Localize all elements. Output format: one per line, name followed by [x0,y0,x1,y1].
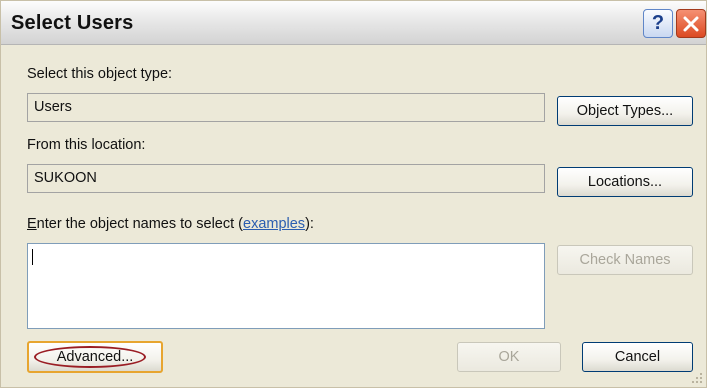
locations-button-label: Locations... [587,174,663,190]
text-caret [32,249,33,265]
ok-button[interactable]: OK [457,342,561,372]
location-label: From this location: [27,137,146,153]
object-types-button-label: Object Types... [576,103,674,119]
cancel-button-label: Cancel [614,349,661,365]
check-names-button-label: Check Names [579,252,671,268]
select-users-dialog: Select Users ? Select this object type: … [0,0,707,388]
locations-button[interactable]: Locations... [557,167,693,197]
help-button[interactable]: ? [643,9,673,38]
examples-link[interactable]: examples [243,216,305,232]
location-field: SUKOON [27,164,545,193]
resize-grip-icon[interactable] [691,372,703,384]
object-names-label-mnemonic: E [27,216,37,232]
object-type-value: Users [34,99,72,115]
check-names-button[interactable]: Check Names [557,245,693,275]
object-names-label-suffix: ): [305,216,314,232]
cancel-button[interactable]: Cancel [582,342,693,372]
advanced-button[interactable]: Advanced... [27,341,163,373]
title-bar[interactable]: Select Users ? [1,1,706,45]
object-types-button[interactable]: Object Types... [557,96,693,126]
object-names-label: Enter the object names to select (exampl… [27,216,314,232]
close-icon [683,16,699,31]
close-button[interactable] [676,9,706,38]
highlight-ellipse [34,346,146,368]
object-names-input[interactable] [27,243,545,329]
object-type-label: Select this object type: [27,66,173,82]
object-type-field: Users [27,93,545,122]
ok-button-label: OK [498,349,520,365]
dialog-title: Select Users [11,12,134,34]
help-icon: ? [651,12,665,34]
location-value: SUKOON [34,170,97,186]
object-names-label-text: nter the object names to select ( [36,216,243,232]
